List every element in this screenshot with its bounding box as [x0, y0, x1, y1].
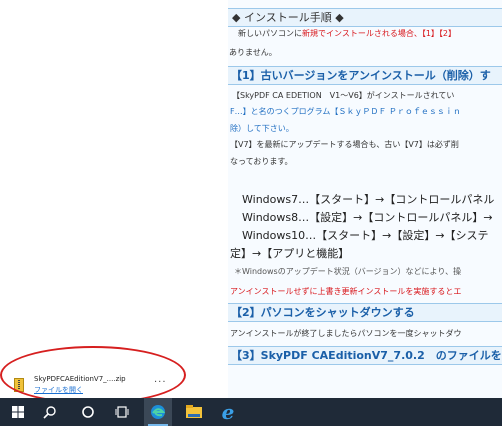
internet-explorer-icon[interactable]: e	[214, 398, 242, 426]
step1-line-2: F…】と名のつくプログラム【ＳｋｙＰＤＦ Ｐｒｏｆｅｓｓｉｎ	[230, 107, 461, 116]
windows7-instructions: Windows7…【スタート】→【コントロールパネル	[242, 193, 495, 206]
task-view-icon[interactable]	[108, 398, 136, 426]
step3-title: 【3】SkyPDF CAEditionV7_7.0.2 のファイルを開	[228, 346, 502, 365]
step1-line-3: 除）して下さい。	[230, 124, 294, 133]
step2-title: 【2】パソコンをシャットダウンする	[228, 303, 502, 322]
step1-line-5: なっております。	[230, 157, 293, 166]
highlight-circle	[0, 346, 186, 404]
overwrite-warning: アンインストールせずに上書き更新インストールを実施するとエ	[230, 287, 462, 296]
article-panel: ◆ インストール手順 ◆ 新しいパソコンに新規でインストールされる場合、【1】【…	[228, 0, 502, 398]
file-explorer-icon[interactable]	[180, 398, 208, 426]
cortana-icon[interactable]	[74, 398, 102, 426]
windows10-instructions-cont: 定】→【アプリと機能】	[230, 247, 350, 260]
search-icon[interactable]	[36, 398, 64, 426]
windows-start-icon[interactable]	[4, 398, 32, 426]
step1-line-1: 【SkyPDF CA EDETION V1～V6】がインストールされてい	[232, 91, 455, 100]
intro-text-b: 、【1】【2】	[413, 29, 457, 38]
step2-line-1: アンインストールが終了しましたらパソコンを一度シャットダウ	[230, 329, 462, 338]
intro-text-red: 新規でインストールされる場合	[302, 29, 414, 38]
update-note: ＊Windowsのアップデート状況（バージョン）などにより、操	[234, 267, 462, 276]
taskbar: e	[0, 398, 502, 426]
step1-line-4: 【V7】を最新にアップデートする場合も、古い【V7】は必ず削	[230, 140, 459, 149]
windows8-instructions: Windows8…【設定】→【コントロールパネル】→	[242, 211, 493, 224]
step1-title: 【1】古いバージョンをアンインストール（削除）す	[228, 66, 502, 85]
intro-text-a: 新しいパソコンに	[238, 29, 302, 38]
intro-line-2: ありません。	[229, 48, 277, 57]
install-steps-header: ◆ インストール手順 ◆	[228, 8, 502, 27]
intro-line-1: 新しいパソコンに新規でインストールされる場合、【1】【2】	[238, 30, 456, 38]
edge-icon[interactable]	[144, 398, 172, 426]
windows10-instructions: Windows10…【スタート】→【設定】→【システ	[242, 229, 489, 242]
